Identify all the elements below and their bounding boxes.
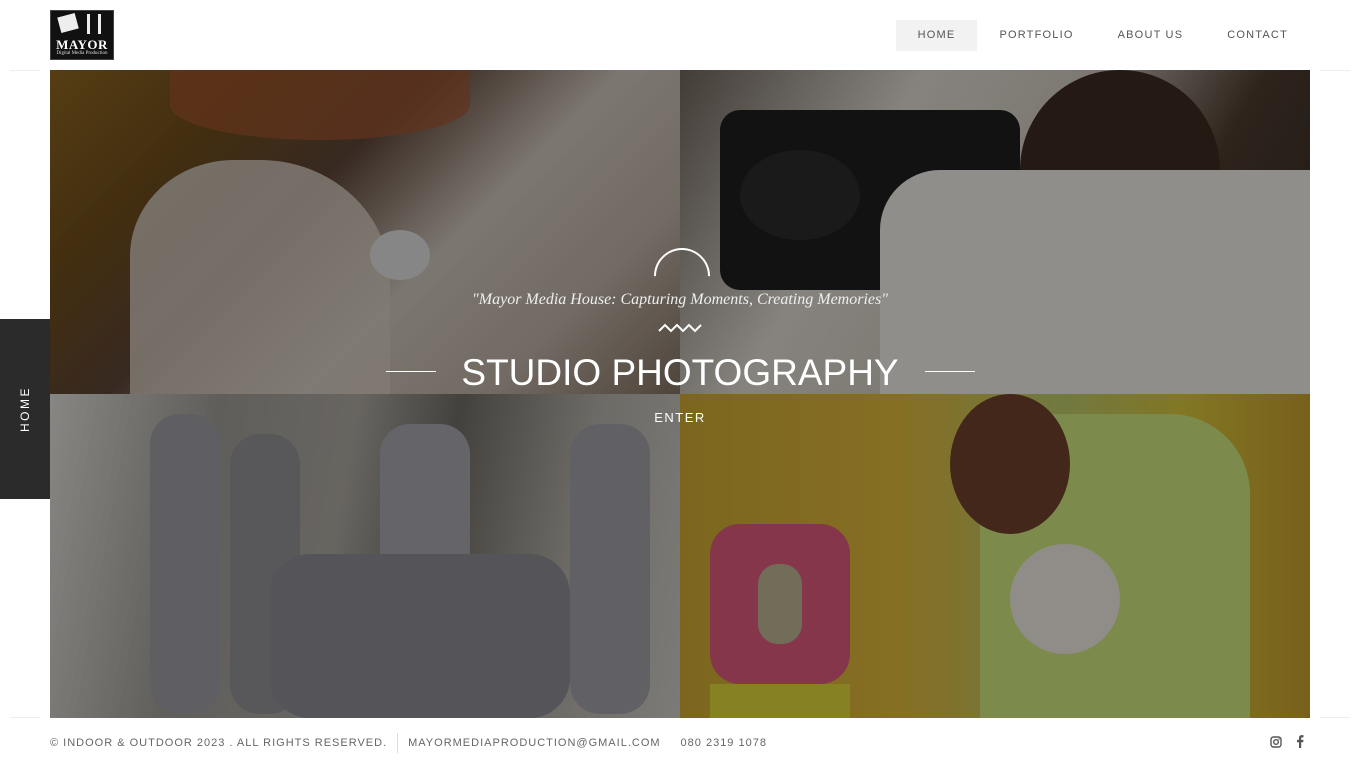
hero-quote: "Mayor Media House: Capturing Moments, C… (472, 291, 888, 308)
header-divider-left (10, 70, 40, 71)
film-icon (57, 12, 79, 34)
nav-home[interactable]: HOME (895, 20, 978, 51)
title-line-right (925, 371, 975, 372)
hero-content: "Mayor Media House: Capturing Moments, C… (50, 70, 1310, 718)
zigzag-divider-icon (658, 323, 702, 333)
enter-link[interactable]: ENTER (50, 410, 1310, 425)
main-nav: HOME PORTFOLIO ABOUT US CONTACT (895, 20, 1310, 51)
footer-email[interactable]: MAYORMEDIAPRODUCTION@GMAIL.COM (408, 737, 660, 749)
site-header: MAYOR Digital Media Production HOME PORT… (0, 0, 1360, 70)
social-links (1270, 735, 1304, 753)
header-divider-right (1320, 70, 1350, 71)
site-footer: © INDOOR & OUTDOOR 2023 . ALL RIGHTS RES… (50, 733, 767, 753)
site-logo[interactable]: MAYOR Digital Media Production (50, 10, 114, 60)
logo-tagline: Digital Media Production (56, 51, 108, 56)
instagram-icon[interactable] (1270, 735, 1282, 753)
footer-phone[interactable]: 080 2319 1078 (681, 737, 767, 749)
footer-copyright: © INDOOR & OUTDOOR 2023 . ALL RIGHTS RES… (50, 737, 388, 749)
side-tab-home[interactable]: HOME (0, 319, 50, 499)
footer-divider-right (1320, 717, 1350, 718)
hero-title-wrap: STUDIO PHOTOGRAPHY (50, 352, 1310, 394)
facebook-icon[interactable] (1296, 735, 1304, 753)
hero-title: STUDIO PHOTOGRAPHY (461, 352, 899, 393)
footer-separator (397, 733, 399, 753)
logo-brand: MAYOR (56, 37, 108, 52)
side-tab-label: HOME (18, 386, 32, 432)
nav-contact[interactable]: CONTACT (1205, 20, 1310, 51)
nav-about-us[interactable]: ABOUT US (1096, 20, 1206, 51)
nav-portfolio[interactable]: PORTFOLIO (977, 20, 1095, 51)
cameraman-icon (87, 14, 101, 34)
footer-divider-left (10, 717, 40, 718)
